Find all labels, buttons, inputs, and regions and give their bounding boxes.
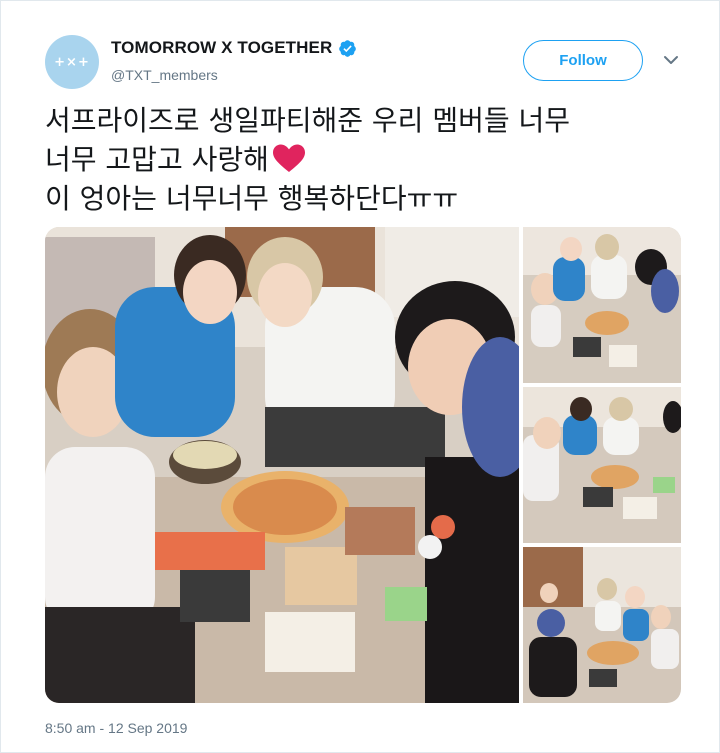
tweet-timestamp[interactable]: 8:50 am - 12 Sep 2019 (45, 720, 187, 736)
media-grid (45, 227, 681, 703)
photo-thumb-2[interactable] (523, 387, 681, 543)
tweet-text: 서프라이즈로 생일파티해준 우리 멤버들 너무 너무 고맙고 사랑해 이 엉아는… (45, 101, 685, 218)
tweet-line-2: 너무 고맙고 사랑해 (45, 143, 269, 176)
photo-main-image (45, 227, 519, 703)
tweet-card: +×+ TOMORROW X TOGETHER @TXT_members Fol… (0, 0, 720, 753)
photo-main[interactable] (45, 227, 519, 703)
chevron-down-icon[interactable] (662, 53, 680, 67)
tweet-line-1: 서프라이즈로 생일파티해준 우리 멤버들 너무 (45, 104, 571, 137)
heart-icon (272, 144, 305, 172)
photo-thumb-3-image (523, 547, 681, 703)
photo-thumb-1[interactable] (523, 227, 681, 383)
avatar-logo: +×+ (54, 54, 90, 70)
profile-avatar[interactable]: +×+ (45, 35, 99, 89)
name-row: TOMORROW X TOGETHER (111, 38, 357, 58)
photo-thumb-1-image (523, 227, 681, 383)
photo-thumb-2-image (523, 387, 681, 543)
photo-thumb-3[interactable] (523, 547, 681, 703)
tweet-line-3: 이 엉아는 너무너무 행복하단다ㅠㅠ (45, 182, 459, 215)
display-name[interactable]: TOMORROW X TOGETHER (111, 38, 332, 58)
account-handle[interactable]: @TXT_members (111, 67, 218, 83)
verified-badge-icon (339, 39, 357, 57)
follow-button[interactable]: Follow (523, 40, 643, 81)
